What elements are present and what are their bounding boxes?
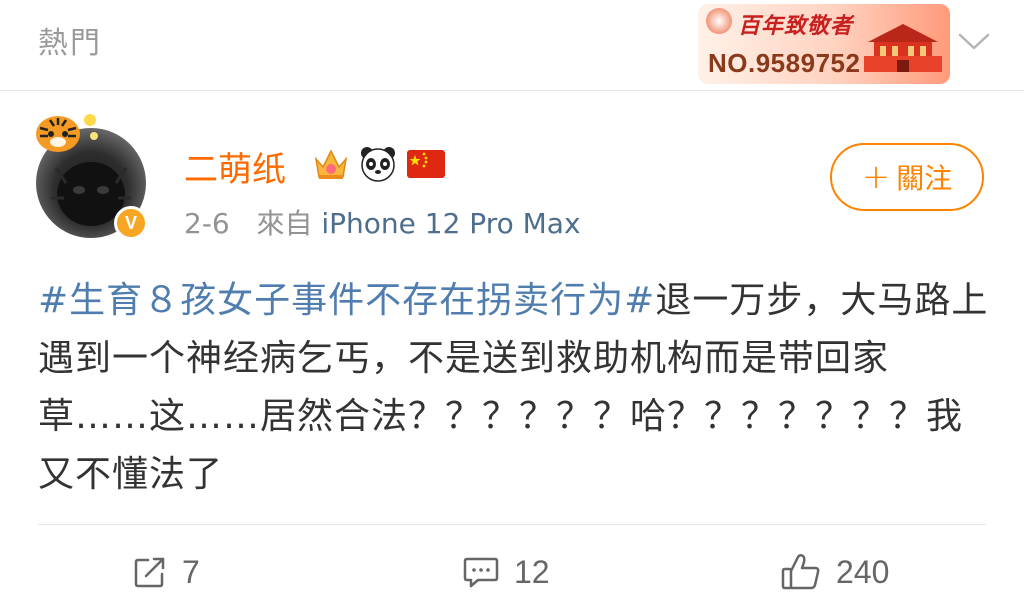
badge-title: 百年致敬者 (738, 13, 854, 39)
action-bar: 7 12 240 (0, 545, 1024, 599)
comment-icon (463, 557, 499, 588)
repost-count: 7 (182, 553, 200, 590)
china-flag-icon[interactable] (406, 147, 446, 181)
follow-button[interactable]: + 關注 (830, 143, 984, 211)
post-text: #生育８孩女子事件不存在拐卖行为#退一万步，大马路上遇到一个神经病乞丐，不是送到… (38, 272, 990, 504)
source-prefix: 來自 (256, 207, 313, 240)
verified-badge: V (114, 206, 148, 240)
badge-number: NO.9589752 (708, 48, 861, 78)
hashtag-link[interactable]: #生育８孩女子事件不存在拐卖行为# (38, 280, 655, 321)
comment-count: 12 (514, 553, 550, 590)
author-name[interactable]: 二萌纸 (184, 142, 286, 191)
comment-button[interactable]: 12 (462, 545, 550, 599)
weibo-post-screen: 熱門 百年致敬者 NO.9589752 V 二萌纸 2-6 來自 iPhone … (0, 0, 1024, 609)
author-badges (312, 144, 446, 184)
repost-button[interactable]: 7 (132, 545, 200, 599)
top-bar: 熱門 百年致敬者 NO.9589752 (0, 0, 1024, 91)
like-button[interactable]: 240 (780, 545, 889, 599)
tiananmen-gate-icon (864, 24, 942, 72)
source-device-link[interactable]: iPhone 12 Pro Max (321, 207, 580, 240)
repost-icon (134, 557, 165, 588)
centennial-badge[interactable]: 百年致敬者 NO.9589752 (698, 4, 950, 84)
badge-emblem-icon (706, 8, 732, 34)
divider (38, 524, 986, 525)
post-date: 2-6 (184, 207, 230, 240)
tiger-pendant-icon (36, 114, 98, 152)
like-count: 240 (836, 553, 890, 590)
chevron-down-icon[interactable] (956, 26, 992, 56)
crown-icon[interactable] (312, 145, 350, 183)
post-meta: 2-6 來自 iPhone 12 Pro Max (184, 202, 581, 242)
follow-label: 關注 (896, 162, 953, 195)
plus-icon: + (861, 157, 891, 197)
panda-icon[interactable] (358, 144, 398, 184)
section-label: 熱門 (38, 26, 102, 61)
thumbs-up-icon (781, 553, 820, 590)
